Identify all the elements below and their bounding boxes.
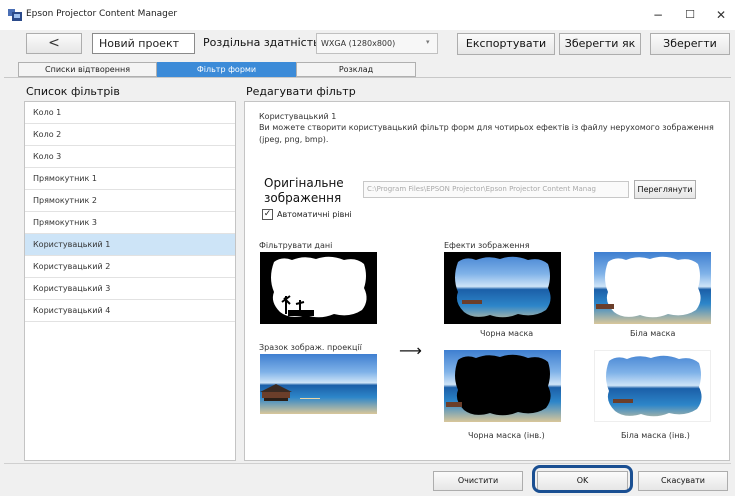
black-mask-label: Чорна маска [480,329,534,338]
black-mask-inverted-image[interactable] [444,350,561,422]
filter-item-rectangle-2[interactable]: Прямокутник 2 [25,190,235,212]
image-effects-label: Ефекти зображення [444,241,530,250]
white-mask-inverted-image[interactable] [594,350,711,422]
tab-shape-filter[interactable]: Фільтр форми [157,62,296,77]
white-mask-label: Біла маска [630,329,676,338]
browse-button[interactable]: Переглянути [634,180,696,199]
filter-item-custom-4[interactable]: Користувацький 4 [25,300,235,322]
tab-divider [4,77,731,78]
filter-data-label: Фільтрувати дані [259,241,333,250]
white-mask-image[interactable] [594,252,711,324]
original-image-label: Оригінальне зображення [264,176,344,205]
export-button[interactable]: Експортувати [457,33,555,55]
filter-item-rectangle-3[interactable]: Прямокутник 3 [25,212,235,234]
save-as-button[interactable]: Зберегти як [559,33,641,55]
minimize-button[interactable]: − [648,6,668,24]
filter-name: Користувацький 1 [259,112,337,121]
filter-item-circle-1[interactable]: Коло 1 [25,102,235,124]
filter-item-custom-2[interactable]: Користувацький 2 [25,256,235,278]
filter-item-custom-3[interactable]: Користувацький 3 [25,278,235,300]
window-title: Epson Projector Content Manager [26,9,178,19]
white-mask-inverted-label: Біла маска (інв.) [621,431,690,440]
filter-data-image [260,252,377,324]
save-button[interactable]: Зберегти [650,33,730,55]
projection-preview-label: Зразок зображ. проекції [259,343,362,352]
resolution-select[interactable]: WXGA (1280x800) [316,33,438,54]
maximize-button[interactable]: ☐ [680,6,700,24]
close-button[interactable]: ✕ [711,6,731,24]
auto-levels-checkbox[interactable]: ✓ [262,209,273,220]
filter-item-circle-2[interactable]: Коло 2 [25,124,235,146]
clear-button[interactable]: Очистити [433,471,523,491]
filter-list-title: Список фільтрів [26,85,120,98]
resolution-label: Роздільна здатність : [203,36,327,49]
app-logo-icon [8,9,22,21]
filter-item-custom-1[interactable]: Користувацький 1 [25,234,235,256]
edit-filter-title: Редагувати фільтр [246,85,356,98]
footer-divider [4,463,731,464]
image-path-field[interactable]: C:\Program Files\EPSON Projector\Epson P… [363,181,629,198]
ok-button-highlight [532,465,633,493]
black-mask-image[interactable] [444,252,561,324]
filter-item-circle-3[interactable]: Коло 3 [25,146,235,168]
projection-preview-image [260,354,377,414]
tab-playlists[interactable]: Списки відтворення [18,62,157,77]
auto-levels-label: Автоматичні рівні [277,210,352,219]
black-mask-inverted-label: Чорна маска (інв.) [468,431,545,440]
filter-item-rectangle-1[interactable]: Прямокутник 1 [25,168,235,190]
cancel-button[interactable]: Скасувати [638,471,728,491]
filter-list: Коло 1 Коло 2 Коло 3 Прямокутник 1 Прямо… [24,101,236,461]
project-name-field[interactable]: Новий проект [92,33,195,54]
back-button[interactable]: < [26,33,82,54]
filter-description: Ви можете створити користувацький фільтр… [259,123,714,144]
arrow-right-icon: ⟶ [399,341,422,360]
chevron-down-icon: ▾ [426,38,430,46]
tab-schedule[interactable]: Розклад [296,62,416,77]
